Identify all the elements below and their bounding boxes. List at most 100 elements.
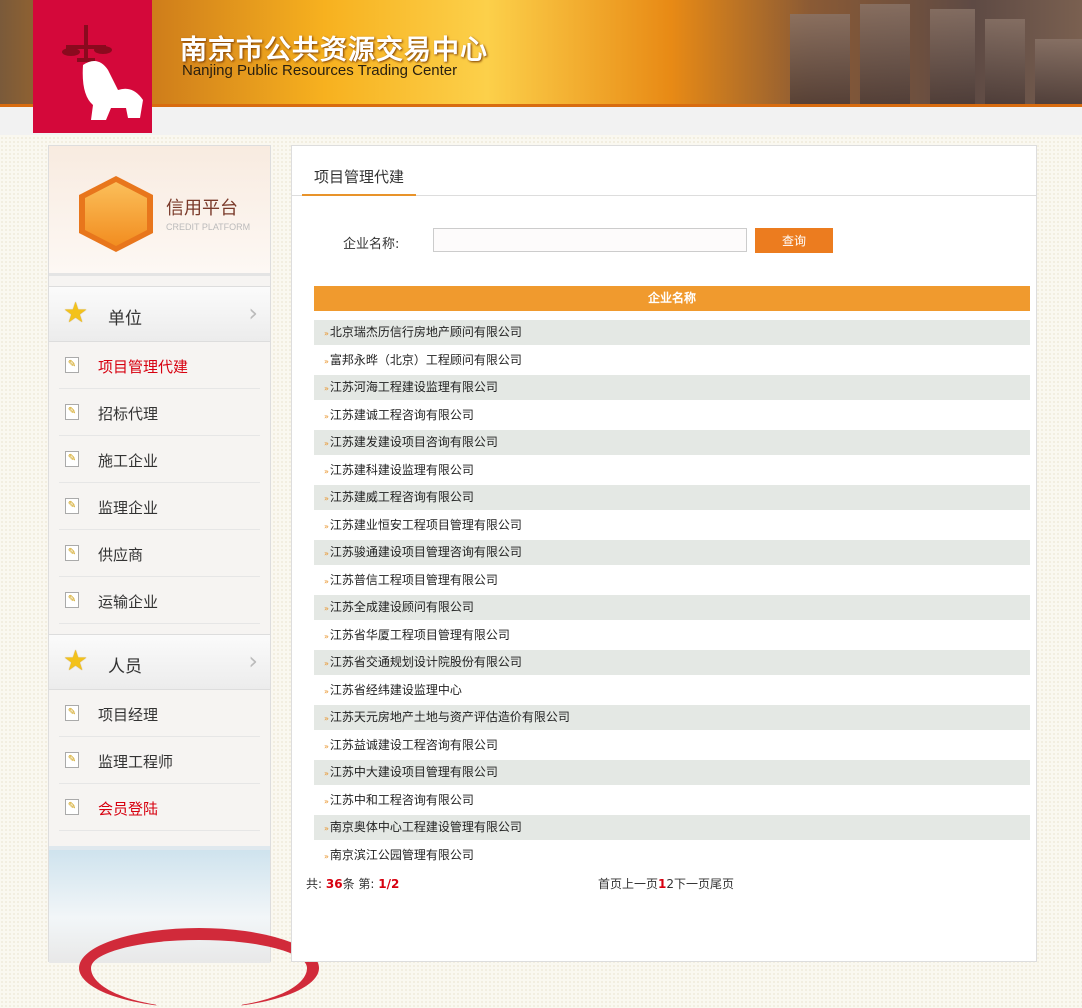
- company-name-link[interactable]: 南京滨江公园管理有限公司: [330, 848, 474, 862]
- company-row[interactable]: »江苏建威工程咨询有限公司: [314, 485, 1030, 513]
- company-row[interactable]: »江苏建发建设项目咨询有限公司: [314, 430, 1030, 458]
- company-row[interactable]: »南京滨江公园管理有限公司: [314, 843, 1030, 871]
- scales-lion-icon: [62, 25, 143, 120]
- sidebar-item-supervision[interactable]: ✎ 监理企业: [59, 483, 260, 530]
- company-row[interactable]: »江苏益诚建设工程咨询有限公司: [314, 733, 1030, 761]
- total-suffix: 条: [342, 877, 355, 891]
- document-edit-icon: ✎: [65, 705, 79, 721]
- item-label: 项目经理: [98, 706, 159, 724]
- company-name-link[interactable]: 江苏省交通规划设计院股份有限公司: [330, 655, 522, 669]
- bullet-icon: »: [324, 411, 329, 421]
- site-subtitle: Nanjing Public Resources Trading Center: [182, 62, 458, 79]
- company-name-link[interactable]: 江苏骏通建设项目管理咨询有限公司: [330, 545, 522, 559]
- next-page-link[interactable]: 下一页: [674, 877, 710, 891]
- company-name-link[interactable]: 江苏省经纬建设监理中心: [330, 683, 462, 697]
- company-list: »北京瑞杰历信行房地产顾问有限公司 »富邦永晔（北京）工程顾问有限公司 »江苏河海工…: [314, 320, 1030, 870]
- item-label: 会员登陆: [98, 800, 159, 818]
- company-row[interactable]: »江苏普信工程项目管理有限公司: [314, 568, 1030, 596]
- sidebar-group-personnel[interactable]: ★ 人员 ›: [49, 634, 270, 690]
- prev-page-link[interactable]: 上一页: [622, 877, 658, 891]
- sidebar-item-project-management[interactable]: ✎ 项目管理代建: [59, 342, 260, 389]
- company-name-link[interactable]: 江苏天元房地产土地与资产评估造价有限公司: [330, 710, 570, 724]
- company-name-input[interactable]: [433, 228, 747, 252]
- company-row[interactable]: »江苏建科建设监理有限公司: [314, 458, 1030, 486]
- chevron-right-icon: ›: [248, 299, 258, 327]
- sidebar-item-member-login[interactable]: ✎ 会员登陆: [59, 784, 260, 831]
- company-row[interactable]: »江苏骏通建设项目管理咨询有限公司: [314, 540, 1030, 568]
- company-name-link[interactable]: 江苏全成建设顾问有限公司: [330, 600, 474, 614]
- document-edit-icon: ✎: [65, 357, 79, 373]
- company-name-link[interactable]: 江苏省华厦工程项目管理有限公司: [330, 628, 510, 642]
- main-panel: 项目管理代建 企业名称: 查询 企业名称 »北京瑞杰历信行房地产顾问有限公司 »富…: [291, 145, 1037, 962]
- item-label: 招标代理: [98, 405, 159, 423]
- company-row[interactable]: »江苏省华厦工程项目管理有限公司: [314, 623, 1030, 651]
- item-label: 项目管理代建: [98, 358, 189, 376]
- company-name-link[interactable]: 富邦永晔（北京）工程顾问有限公司: [330, 353, 522, 367]
- company-name-link[interactable]: 江苏中大建设项目管理有限公司: [330, 765, 498, 779]
- last-page-link[interactable]: 尾页: [710, 877, 734, 891]
- sidebar-group-units[interactable]: ★ 单位 ›: [49, 286, 270, 342]
- company-name-link[interactable]: 江苏建诚工程咨询有限公司: [330, 408, 474, 422]
- bullet-icon: »: [324, 714, 329, 723]
- stadium-photo: [49, 846, 319, 1008]
- company-name-link[interactable]: 江苏普信工程项目管理有限公司: [330, 573, 498, 587]
- search-button[interactable]: 查询: [755, 228, 833, 253]
- company-name-link[interactable]: 南京奥体中心工程建设管理有限公司: [330, 820, 522, 834]
- company-row[interactable]: »江苏建业恒安工程项目管理有限公司: [314, 513, 1030, 541]
- company-row[interactable]: »江苏省经纬建设监理中心: [314, 678, 1030, 706]
- company-row[interactable]: »南京奥体中心工程建设管理有限公司: [314, 815, 1030, 843]
- page-indicator: 1/2: [378, 877, 400, 891]
- sidebar-item-project-manager[interactable]: ✎ 项目经理: [59, 690, 260, 737]
- tab-bar: 项目管理代建: [292, 146, 1036, 196]
- company-name-link[interactable]: 江苏建科建设监理有限公司: [330, 463, 474, 477]
- sidebar-item-construction[interactable]: ✎ 施工企业: [59, 436, 260, 483]
- company-row[interactable]: »北京瑞杰历信行房地产顾问有限公司: [314, 320, 1030, 348]
- company-row[interactable]: »江苏河海工程建设监理有限公司: [314, 375, 1030, 403]
- platform-title: 信用平台: [166, 198, 238, 219]
- bullet-icon: »: [324, 659, 329, 668]
- bullet-icon: »: [324, 329, 329, 338]
- tab-project-management[interactable]: 项目管理代建: [302, 166, 417, 196]
- sidebar-item-supplier[interactable]: ✎ 供应商: [59, 530, 260, 577]
- company-name-link[interactable]: 江苏中和工程咨询有限公司: [330, 793, 474, 807]
- company-row[interactable]: »江苏中大建设项目管理有限公司: [314, 760, 1030, 788]
- company-row[interactable]: »江苏建诚工程咨询有限公司: [314, 403, 1030, 431]
- page-2-link[interactable]: 2: [666, 877, 674, 891]
- company-name-link[interactable]: 江苏益诚建设工程咨询有限公司: [330, 738, 498, 752]
- document-edit-icon: ✎: [65, 752, 79, 768]
- header-banner: 南京市公共资源交易中心 Nanjing Public Resources Tra…: [0, 0, 1082, 107]
- company-row[interactable]: »江苏全成建设顾问有限公司: [314, 595, 1030, 623]
- company-row[interactable]: »富邦永晔（北京）工程顾问有限公司: [314, 348, 1030, 376]
- company-row[interactable]: »江苏天元房地产土地与资产评估造价有限公司: [314, 705, 1030, 733]
- first-page-link[interactable]: 首页: [598, 877, 622, 891]
- lion-logo[interactable]: [33, 0, 152, 133]
- bullet-icon: »: [324, 796, 329, 806]
- column-header-company-name: 企业名称: [314, 286, 1030, 311]
- sidebar-item-transport[interactable]: ✎ 运输企业: [59, 577, 260, 624]
- document-edit-icon: ✎: [65, 451, 79, 467]
- company-name-link[interactable]: 江苏建业恒安工程项目管理有限公司: [330, 518, 522, 532]
- star-icon: ★: [63, 644, 89, 677]
- company-name-link[interactable]: 江苏建威工程咨询有限公司: [330, 490, 474, 504]
- bullet-icon: »: [324, 741, 329, 751]
- bullet-icon: »: [324, 824, 329, 833]
- company-name-link[interactable]: 江苏建发建设项目咨询有限公司: [330, 435, 498, 449]
- company-name-link[interactable]: 江苏河海工程建设监理有限公司: [330, 380, 498, 394]
- sidebar-item-bidding-agent[interactable]: ✎ 招标代理: [59, 389, 260, 436]
- bullet-icon: »: [324, 604, 329, 613]
- bullet-icon: »: [324, 769, 329, 778]
- star-icon: ★: [63, 296, 89, 329]
- bullet-icon: »: [324, 494, 329, 503]
- total-count: 36: [325, 877, 343, 891]
- total-prefix: 共:: [306, 877, 323, 891]
- document-edit-icon: ✎: [65, 799, 79, 815]
- company-row[interactable]: »江苏省交通规划设计院股份有限公司: [314, 650, 1030, 678]
- bullet-icon: »: [324, 439, 329, 448]
- document-edit-icon: ✎: [65, 545, 79, 561]
- bullet-icon: »: [324, 686, 329, 696]
- credit-platform-banner[interactable]: 信用平台 CREDIT PLATFORM: [49, 146, 270, 276]
- company-row[interactable]: »江苏中和工程咨询有限公司: [314, 788, 1030, 816]
- document-edit-icon: ✎: [65, 498, 79, 514]
- sidebar-item-supervising-engineer[interactable]: ✎ 监理工程师: [59, 737, 260, 784]
- company-name-link[interactable]: 北京瑞杰历信行房地产顾问有限公司: [330, 325, 522, 339]
